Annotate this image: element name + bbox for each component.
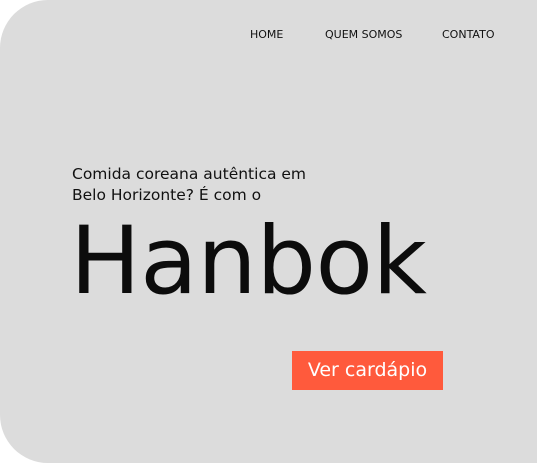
nav-link-home[interactable]: HOME <box>250 27 283 43</box>
nav-link-quem-somos[interactable]: QUEM SOMOS <box>325 27 402 43</box>
nav-link-contato[interactable]: CONTATO <box>442 27 494 43</box>
brand-title: Hanbok <box>70 207 427 316</box>
landing-page: HOME QUEM SOMOS CONTATO Comida coreana a… <box>0 0 537 463</box>
view-menu-button[interactable]: Ver cardápio <box>292 351 443 390</box>
top-navigation: HOME QUEM SOMOS CONTATO <box>0 27 537 43</box>
hero-tagline: Comida coreana autêntica em Belo Horizon… <box>72 165 307 204</box>
